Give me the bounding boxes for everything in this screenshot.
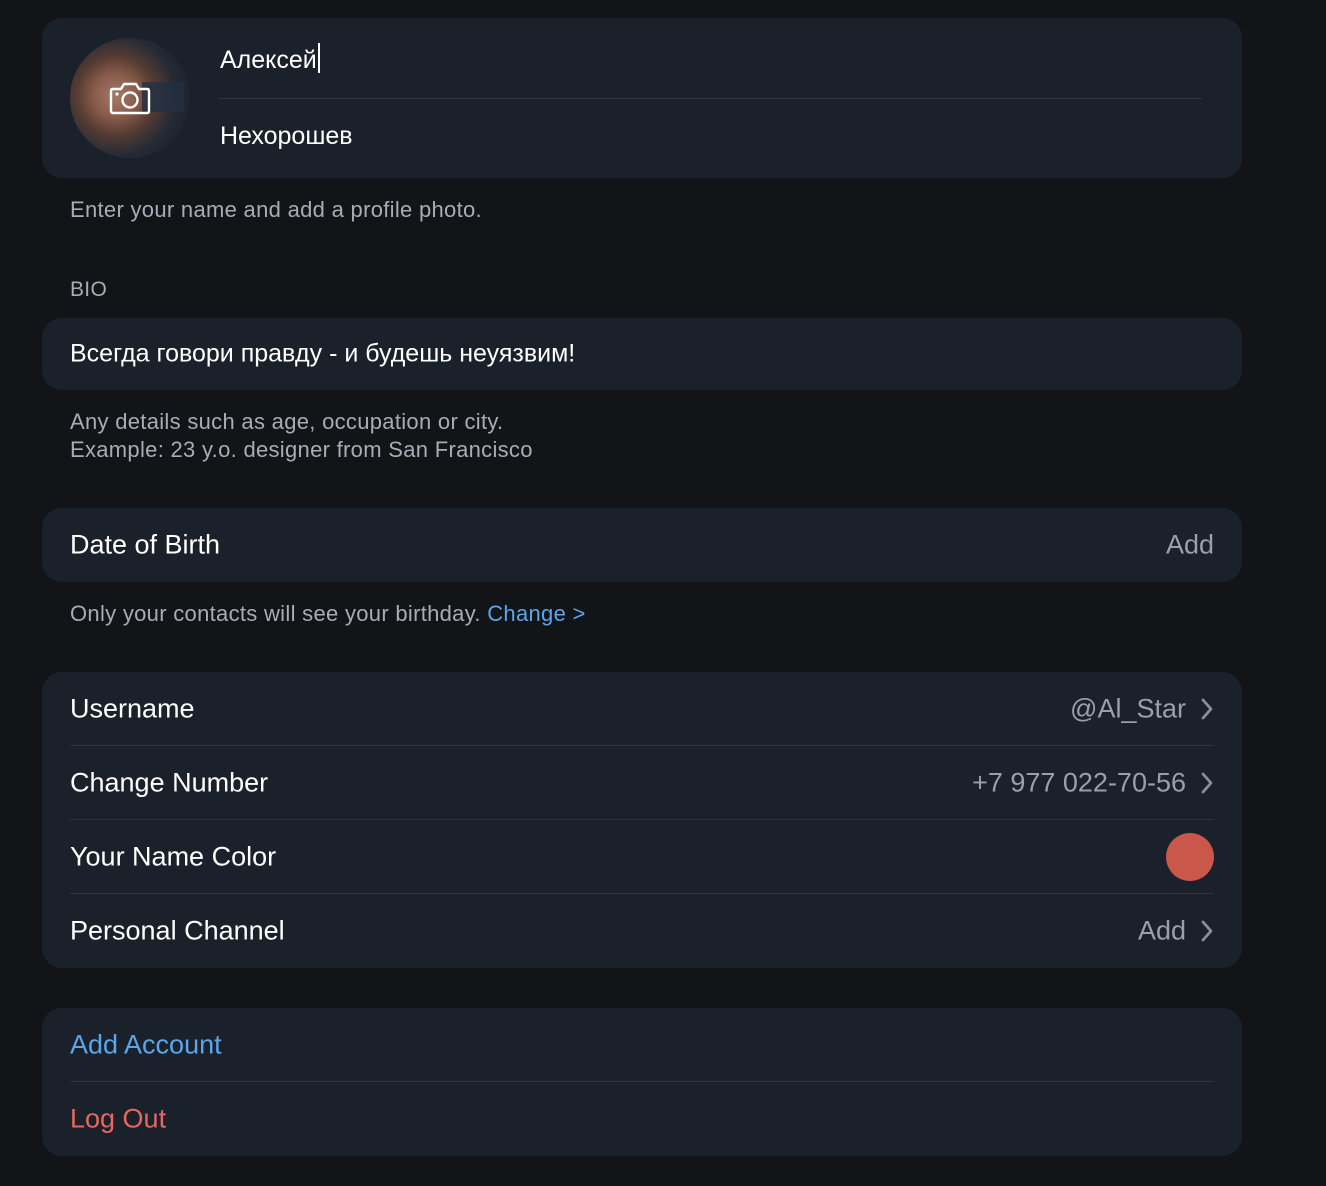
bio-hint-line2: Example: 23 y.o. designer from San Franc… — [70, 437, 533, 462]
row-change-number-label: Change Number — [70, 767, 269, 798]
row-personal-channel[interactable]: Personal Channel Add — [42, 894, 1242, 968]
log-out-button[interactable]: Log Out — [42, 1082, 1242, 1156]
last-name-value: Нехорошев — [220, 122, 353, 150]
chevron-right-icon — [1198, 771, 1216, 795]
birthday-hint-line: Only your contacts will see your birthda… — [70, 600, 586, 628]
row-change-number-value: +7 977 022-70-56 — [972, 767, 1186, 798]
chevron-right-icon — [1198, 697, 1216, 721]
row-username[interactable]: Username @Al_Star — [42, 672, 1242, 746]
camera-icon[interactable] — [108, 80, 152, 116]
first-name-value: Алексей — [220, 46, 317, 74]
add-account-button[interactable]: Add Account — [42, 1008, 1242, 1082]
bio-header: BIO — [70, 278, 108, 301]
add-account-label: Add Account — [70, 1029, 222, 1060]
profile-name-card: Алексей Нехорошев — [42, 18, 1242, 178]
first-name-field[interactable]: Алексей — [220, 42, 1200, 82]
row-name-color[interactable]: Your Name Color — [42, 820, 1242, 894]
text-cursor — [317, 43, 320, 73]
birthday-change-link[interactable]: Change > — [487, 601, 585, 626]
last-name-field[interactable]: Нехорошев — [220, 118, 1200, 158]
row-personal-channel-value: Add — [1137, 915, 1186, 946]
row-username-label: Username — [70, 693, 195, 724]
name-separator — [218, 98, 1202, 99]
birthday-add-button[interactable]: Add — [1166, 530, 1214, 561]
birthday-label: Date of Birth — [70, 529, 221, 560]
row-username-value: @Al_Star — [1070, 693, 1186, 724]
name-hint: Enter your name and add a profile photo. — [70, 197, 482, 222]
birthday-hint: Only your contacts will see your birthda… — [70, 601, 481, 626]
bio-card[interactable]: Всегда говори правду - и будешь неуязвим… — [42, 318, 1242, 390]
name-color-swatch[interactable] — [1166, 833, 1214, 881]
bio-text[interactable]: Всегда говори правду - и будешь неуязвим… — [70, 340, 575, 369]
row-name-color-label: Your Name Color — [70, 841, 277, 872]
chevron-right-icon — [1198, 919, 1216, 943]
birthday-card[interactable]: Date of Birth Add — [42, 508, 1242, 582]
row-change-number[interactable]: Change Number +7 977 022-70-56 — [42, 746, 1242, 820]
avatar[interactable] — [70, 38, 190, 158]
bio-hint-line1: Any details such as age, occupation or c… — [70, 409, 504, 434]
log-out-label: Log Out — [70, 1103, 167, 1134]
account-actions-card: Add Account Log Out — [42, 1008, 1242, 1156]
account-settings-card: Username @Al_Star Change Number +7 977 0… — [42, 672, 1242, 968]
row-personal-channel-label: Personal Channel — [70, 915, 285, 946]
bio-hint: Any details such as age, occupation or c… — [70, 408, 533, 464]
